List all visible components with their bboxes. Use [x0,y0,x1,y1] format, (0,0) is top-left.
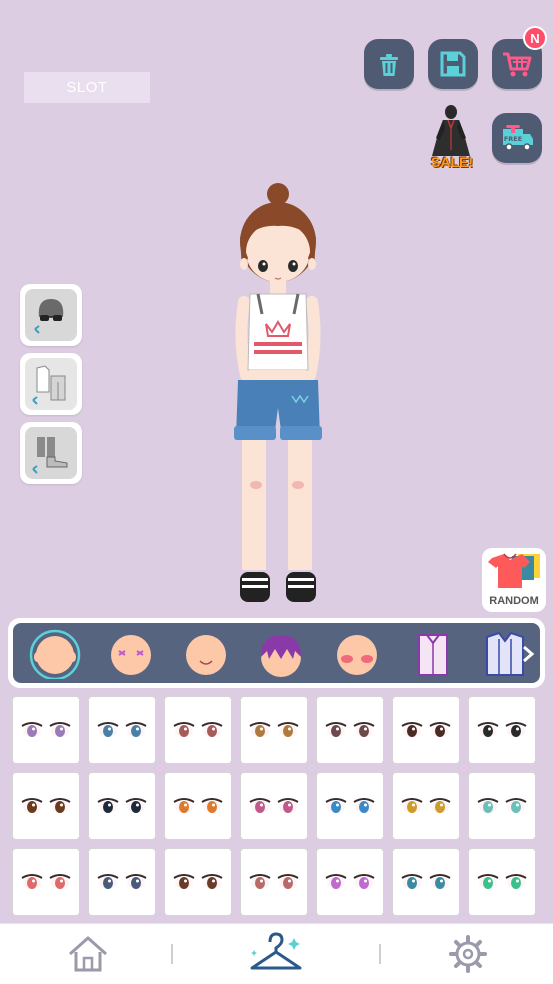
socks-shoes-icon [32,437,68,474]
dark-dress-icon [432,105,470,156]
eye-option-icon [477,722,527,737]
sale-outfit-button[interactable] [426,104,476,160]
eye-option[interactable] [240,772,308,840]
eye-option[interactable] [164,696,232,764]
eye-option[interactable] [12,696,80,764]
eye-option[interactable] [12,848,80,916]
category-top[interactable] [403,629,463,679]
new-badge: N [523,26,547,50]
floppy-disk-icon [440,51,466,77]
character-avatar [220,180,340,610]
eye-option[interactable] [164,772,232,840]
eye-option[interactable] [12,772,80,840]
shirt-icon [418,634,448,676]
save-button[interactable] [428,39,478,89]
random-label: RANDOM [489,595,539,607]
eye-option[interactable] [88,772,156,840]
face-shape-icon [29,629,81,679]
shopping-cart-icon [503,52,532,77]
nav-closet[interactable] [246,930,310,981]
eye-option[interactable] [468,696,536,764]
eye-option-icon [97,874,147,889]
hair-icon [261,635,301,677]
eye-option[interactable] [468,848,536,916]
category-face-shape[interactable] [25,629,85,679]
eye-option-icon [325,874,375,889]
blush-icon [337,635,377,675]
eye-option-icon [401,722,451,737]
eye-option[interactable] [240,696,308,764]
glasses-hair-icon [34,299,64,334]
eye-option-icon [21,874,71,889]
gift-truck-icon: FREE [503,125,533,151]
category-blush[interactable] [327,629,387,679]
random-button[interactable]: RANDOM [482,548,546,612]
free-delivery-button[interactable]: FREE [492,113,542,163]
scroll-right-arrow[interactable] [518,629,538,679]
home-icon [69,936,107,972]
eye-option-icon [401,874,451,889]
slot-button[interactable]: SLOT [24,72,150,103]
bottom-nav [0,923,553,984]
category-hair[interactable] [251,629,311,679]
gear-icon [449,935,487,973]
eye-option-icon [97,722,147,737]
eye-option-icon [325,722,375,737]
hanger-icon [250,932,302,970]
free-label: FREE [504,135,522,143]
eye-option[interactable] [316,848,384,916]
eye-option[interactable] [316,696,384,764]
trash-icon [380,54,398,76]
eye-option-icon [477,874,527,889]
chevron-right-icon [523,645,535,663]
eye-option-icon [477,798,527,813]
eye-option-icon [249,798,299,813]
eyes-closed-icon [111,635,151,675]
eye-option-icon [249,722,299,737]
eye-option[interactable] [392,696,460,764]
eye-option[interactable] [392,772,460,840]
eye-option-icon [401,798,451,813]
category-eyes-closed[interactable] [101,629,161,679]
eye-option-icon [173,874,223,889]
nav-settings[interactable] [448,934,488,979]
category-bar [8,618,545,688]
category-mouth[interactable] [176,629,236,679]
random-outfit-icon [488,553,540,588]
shirt-pants-icon [32,365,66,405]
side-clothing-button[interactable] [20,353,82,415]
eye-option-icon [249,874,299,889]
trash-button[interactable] [364,39,414,89]
nav-home[interactable] [66,934,110,979]
eye-option[interactable] [164,848,232,916]
eye-option[interactable] [88,696,156,764]
eye-option[interactable] [88,848,156,916]
eye-option[interactable] [316,772,384,840]
eye-option[interactable] [468,772,536,840]
eye-option-icon [325,798,375,813]
eye-option-icon [173,798,223,813]
eye-option[interactable] [392,848,460,916]
eye-option-icon [21,722,71,737]
sale-label: SALE! [431,154,473,170]
side-hair-accessory-button[interactable] [20,284,82,346]
side-footwear-button[interactable] [20,422,82,484]
eye-option[interactable] [240,848,308,916]
eye-option-icon [173,722,223,737]
eye-option-icon [21,798,71,813]
eye-option-icon [97,798,147,813]
mouth-icon [186,635,226,675]
